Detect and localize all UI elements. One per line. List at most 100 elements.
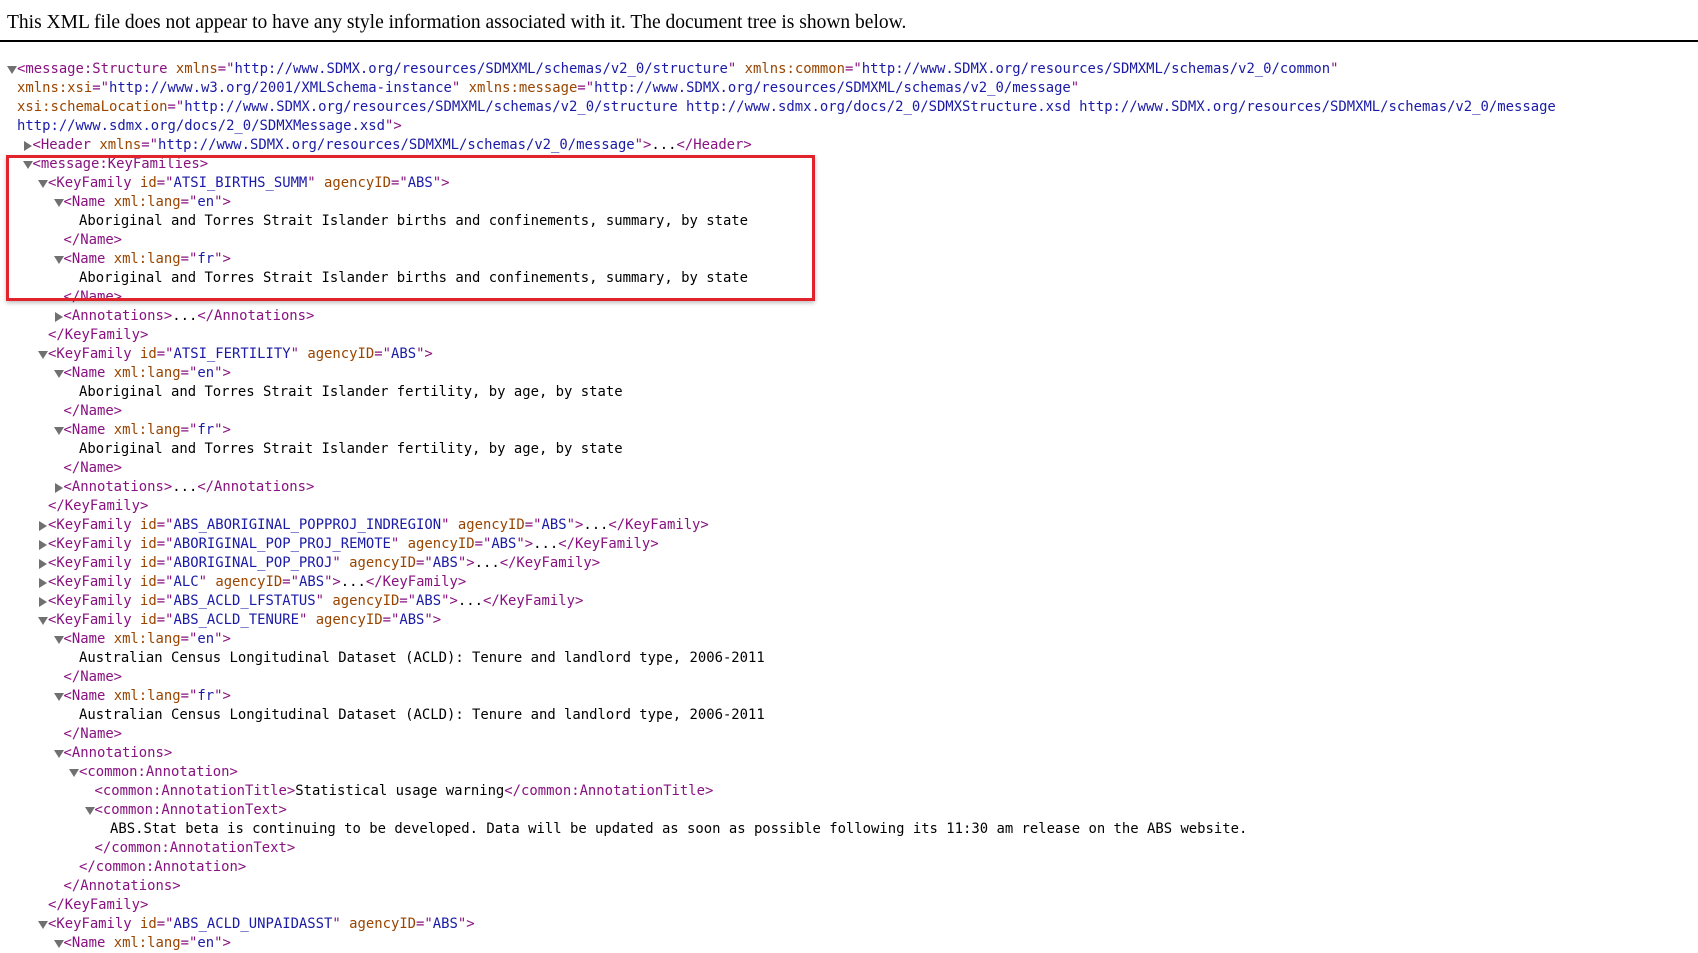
xml-tag-token: "> bbox=[457, 916, 475, 932]
xml-line-content: <common:Annotation> bbox=[79, 763, 238, 782]
xml-tag-token: <common:Annotation> bbox=[79, 764, 238, 780]
xml-text: ... bbox=[651, 137, 677, 153]
xml-line-content: <KeyFamily id="ABORIGINAL_POP_PROJ_REMOT… bbox=[48, 535, 659, 554]
xml-attr-value: fr bbox=[197, 688, 215, 704]
xml-attr-name: agencyID bbox=[407, 536, 475, 552]
xml-tag-token: </KeyFamily> bbox=[365, 574, 467, 590]
xml-tag-token: </KeyFamily> bbox=[558, 536, 659, 552]
xml-line-content: <KeyFamily id =" ABS_ABORIGINAL_POPPROJ_IN… bbox=[48, 516, 709, 535]
xml-line-content: <KeyFamily id="ABS_ACLD_TENURE" agencyID… bbox=[48, 611, 441, 630]
xml-tag-token: </Header> bbox=[676, 137, 752, 153]
xml-attr-value: ABORIGINAL_POP_PROJ_REMOTE bbox=[173, 536, 391, 552]
xml-tag-token: =" bbox=[92, 80, 110, 96]
xml-attr-value: en bbox=[197, 365, 215, 381]
xml-attr-value: ABS bbox=[390, 346, 417, 362]
xml-attr-value: http://www.SDMX.org/resources/SDMXML/sch… bbox=[594, 80, 1071, 96]
xml-text bbox=[341, 555, 349, 571]
xml-text bbox=[449, 517, 457, 533]
xml-tag-token: <KeyFamily bbox=[48, 517, 132, 533]
xml-attr-value: ABORIGINAL_POP_PROJ bbox=[173, 555, 333, 571]
xml-tag-token: <Annotations> bbox=[63, 479, 173, 495]
xml-attr-value: http://www.SDMX.org/resources/SDMXML/sch… bbox=[157, 137, 635, 153]
xml-line-content: <Name xml:lang="en"> bbox=[64, 630, 231, 649]
xml-line-content: </common:AnnotationText> bbox=[95, 839, 296, 858]
xml-attr-name: id bbox=[140, 574, 157, 590]
xml-attr-value: fr bbox=[197, 422, 215, 438]
xml-attr-value: ABS bbox=[432, 916, 458, 932]
xml-tag-token: "> bbox=[516, 536, 534, 552]
xml-tag-token: <Name bbox=[63, 631, 106, 647]
xml-text: ... bbox=[172, 479, 198, 495]
xml-attr-value: en bbox=[197, 935, 215, 951]
xml-attr-name: id bbox=[140, 916, 157, 932]
xml-text: Aboriginal and Torres Strait Islander fe… bbox=[79, 384, 623, 400]
xml-text bbox=[132, 916, 140, 932]
xml-text bbox=[736, 61, 744, 77]
xml-tag-token: </KeyFamily> bbox=[48, 327, 149, 343]
xml-line-content: Australian Census Longitudinal Dataset (… bbox=[79, 706, 765, 725]
xml-line-content: <Name xml:lang="en"> bbox=[64, 934, 231, 953]
xml-line-content: <Name xml:lang="fr"> bbox=[64, 687, 231, 706]
xml-text: Australian Census Longitudinal Dataset (… bbox=[79, 650, 765, 666]
xml-text: ... bbox=[474, 555, 500, 571]
xml-attr-name: agencyID bbox=[315, 612, 383, 628]
xml-text: Australian Census Longitudinal Dataset (… bbox=[79, 707, 765, 723]
xml-attr-value: ABS_ABORIGINAL_POPPROJ_INDREGION bbox=[173, 517, 442, 533]
xml-line-content: </Name> bbox=[64, 402, 123, 421]
xml-tag-token: =" bbox=[524, 517, 542, 533]
xml-line-content: <common:AnnotationTitle>Statistical usag… bbox=[95, 782, 714, 801]
xml-text bbox=[132, 612, 140, 628]
xml-tag-token: =" bbox=[156, 555, 174, 571]
xml-attr-name: xmlns bbox=[175, 61, 218, 77]
highlight-box bbox=[6, 155, 815, 301]
xml-attr-name: id bbox=[140, 536, 157, 552]
xml-line-content: <Annotations>...</Annotations> bbox=[64, 307, 315, 326]
xml-tag-token: =" bbox=[217, 61, 235, 77]
xml-tag-token: </Name> bbox=[63, 726, 123, 742]
xml-tag-token: =" bbox=[180, 365, 198, 381]
xml-tag-token: =" bbox=[156, 346, 174, 362]
xml-attr-value: en bbox=[197, 631, 215, 647]
xml-text: ... bbox=[533, 536, 559, 552]
xml-tag-token: "> bbox=[214, 422, 231, 438]
xml-tag-token: =" bbox=[577, 80, 595, 96]
xml-attr-name: id bbox=[140, 555, 157, 571]
xml-attr-name: agencyID bbox=[307, 346, 375, 362]
xml-text: ... bbox=[583, 517, 609, 533]
xml-attr-value: ALC bbox=[173, 574, 199, 590]
xml-tag-token: "> bbox=[457, 555, 475, 571]
xml-line-content: <KeyFamily id="ABORIGINAL_POP_PROJ" agen… bbox=[48, 554, 600, 573]
xml-attr-value: http://www.SDMX.org/resources/SDMXML/sch… bbox=[861, 61, 1331, 77]
xml-tag-token: <Annotations> bbox=[63, 745, 173, 761]
xml-text bbox=[105, 935, 113, 951]
xml-attr-name: xml:lang bbox=[113, 365, 181, 381]
xml-tag-token: </Name> bbox=[63, 403, 123, 419]
xml-attr-name: id bbox=[140, 517, 157, 533]
xml-attr-value: ABS_ACLD_TENURE bbox=[173, 612, 299, 628]
xml-text bbox=[132, 536, 140, 552]
xml-tag-token: =" bbox=[180, 631, 198, 647]
xml-tag-token: </Annotations> bbox=[197, 308, 315, 324]
xml-tag-token: =" bbox=[180, 935, 198, 951]
xml-attr-name: xml:lang bbox=[113, 422, 181, 438]
xml-line-content: <KeyFamily id="ALC" agencyID="ABS">...</… bbox=[48, 573, 466, 592]
xml-tag-token: "> bbox=[324, 574, 341, 590]
xml-tag-token: =" bbox=[180, 688, 198, 704]
xml-line-content: </KeyFamily> bbox=[48, 326, 148, 345]
xml-attr-name: xmlns:xsi bbox=[17, 80, 93, 96]
xml-attr-value: ABS_ACLD_LFSTATUS bbox=[173, 593, 316, 609]
xml-tag-token: " bbox=[332, 916, 341, 932]
xml-line-content: </KeyFamily> bbox=[48, 896, 148, 915]
xml-tag-token: =" bbox=[156, 612, 174, 628]
xml-attr-value: http://www.w3.org/2001/XMLSchema-instanc… bbox=[109, 80, 452, 96]
xml-tag-token: </common:AnnotationText> bbox=[94, 840, 296, 856]
xml-attr-value: ABS bbox=[399, 612, 425, 628]
xml-attr-name: agencyID bbox=[349, 916, 417, 932]
xml-text bbox=[132, 346, 140, 362]
xml-tag-token: =" bbox=[156, 593, 174, 609]
xml-tag-token: =" bbox=[156, 916, 174, 932]
xml-line-content: <Name xml:lang="fr"> bbox=[64, 421, 231, 440]
xml-tag-token: <Name bbox=[63, 935, 106, 951]
xml-tag-token: <Annotations> bbox=[63, 308, 173, 324]
xml-text bbox=[460, 80, 468, 96]
